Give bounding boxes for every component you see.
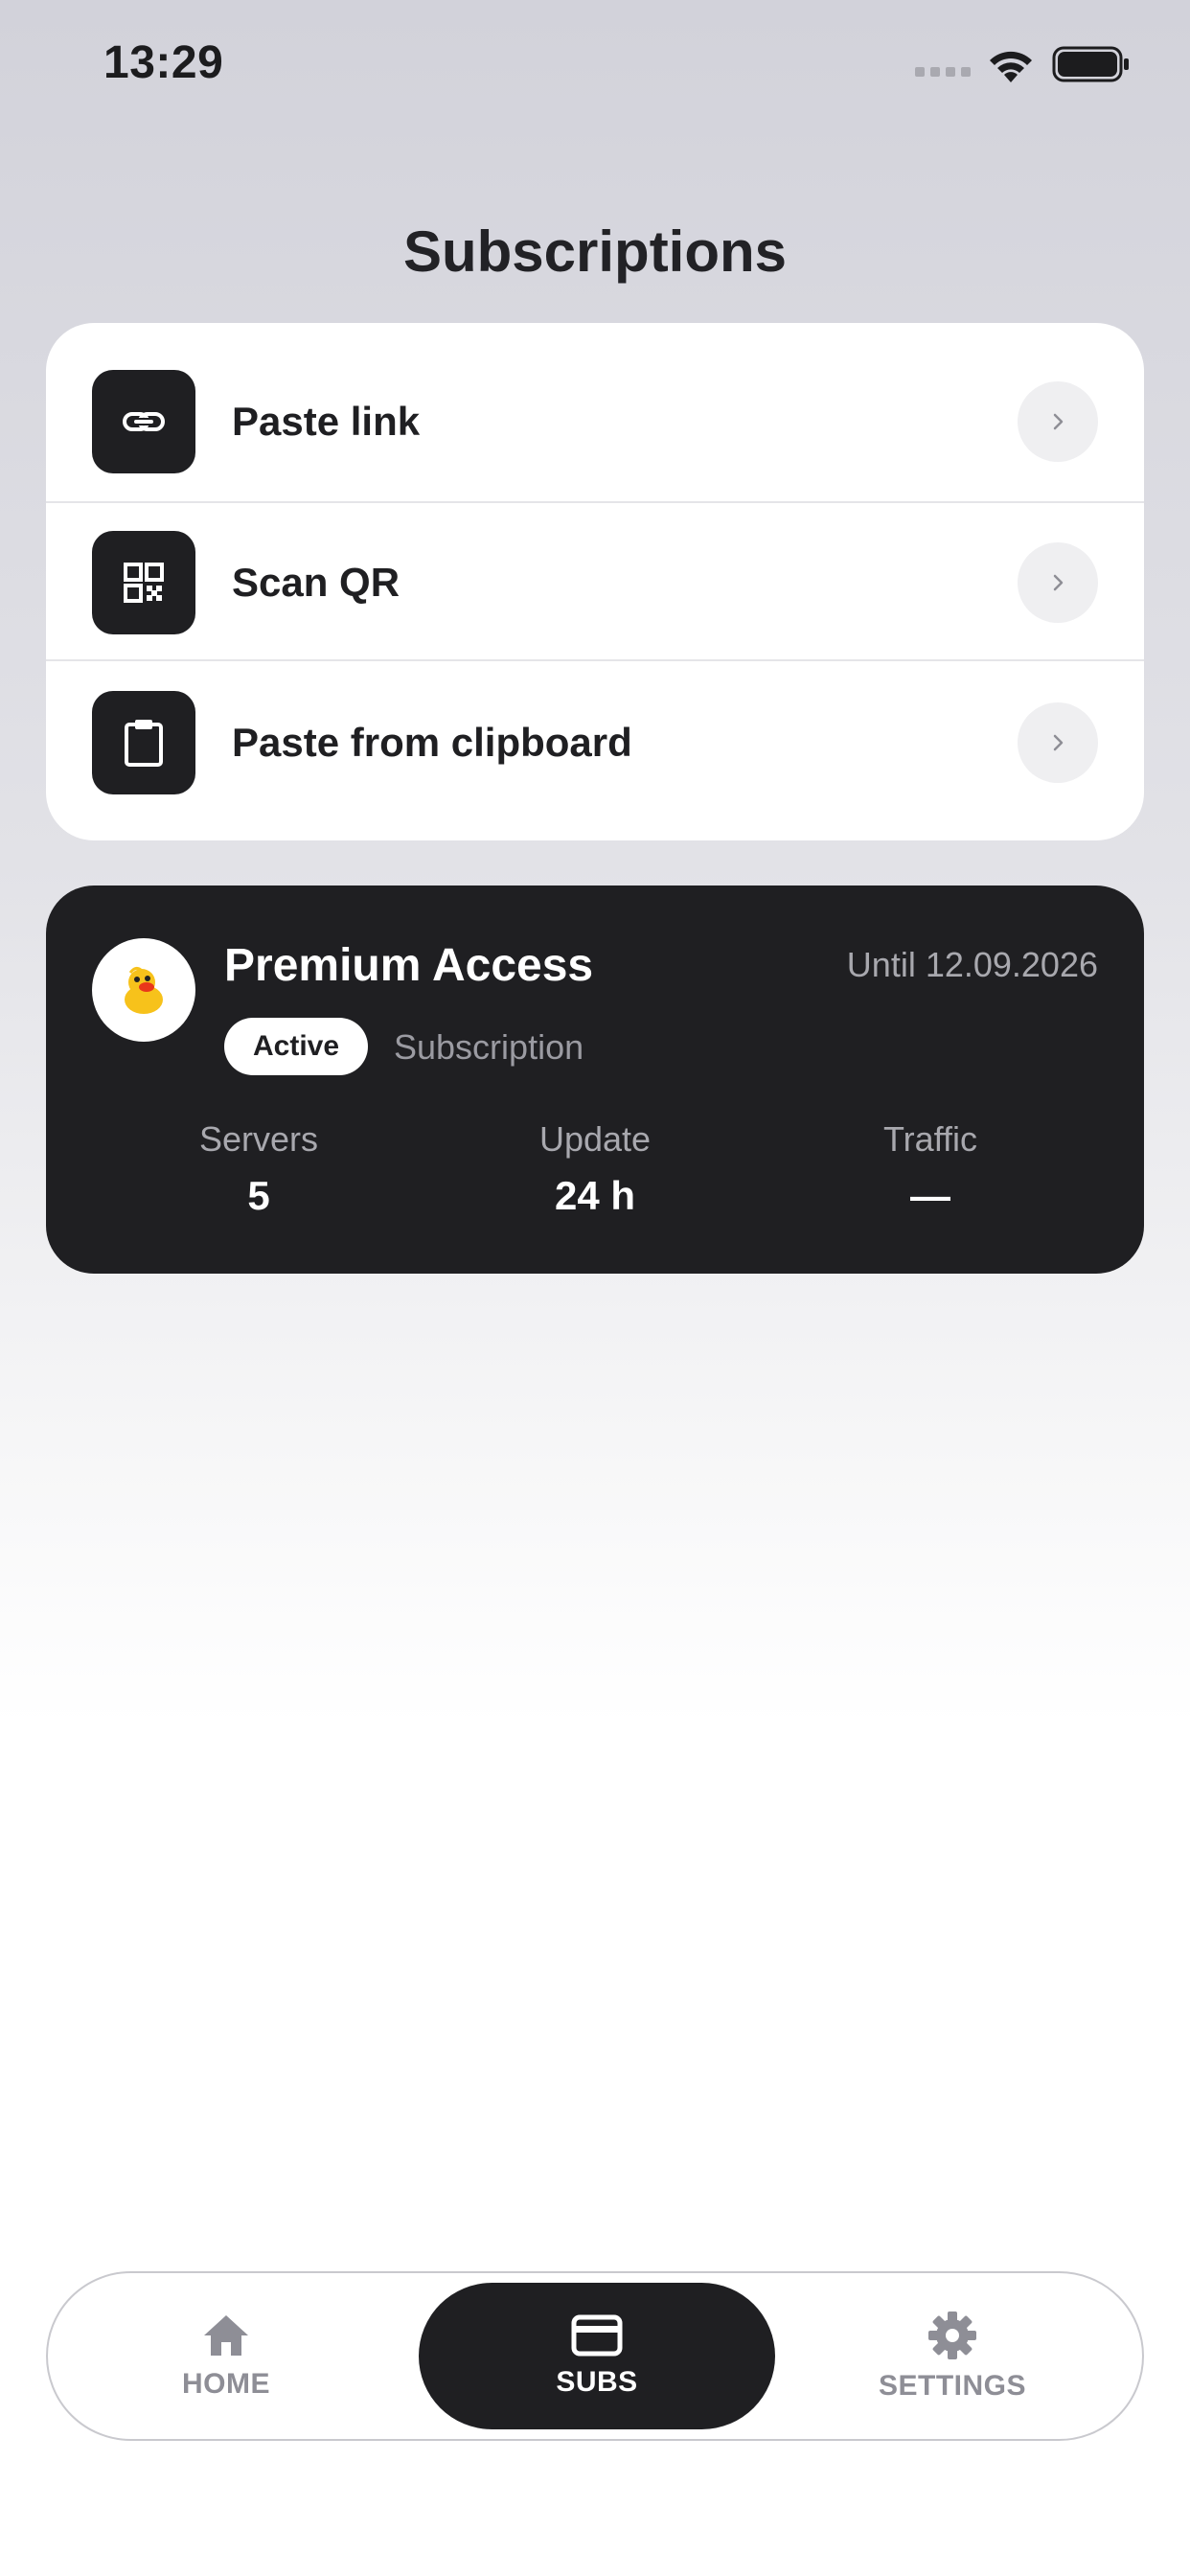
tab-settings-label: SETTINGS xyxy=(878,2369,1026,2402)
paste-link-row[interactable]: Paste link xyxy=(46,323,1144,503)
tab-home[interactable]: HOME xyxy=(48,2283,404,2429)
stat-label: Update xyxy=(538,1119,652,1159)
status-badge: Active xyxy=(224,1018,369,1075)
gear-icon xyxy=(928,2311,976,2359)
chevron-right-icon xyxy=(1018,702,1098,783)
stat-value: — xyxy=(910,1173,950,1218)
chevron-right-icon xyxy=(1018,541,1098,623)
link-icon xyxy=(92,370,195,473)
scan-qr-row[interactable]: Scan QR xyxy=(46,503,1144,661)
duck-icon xyxy=(92,938,195,1042)
status-time: 13:29 xyxy=(103,37,224,88)
paste-clipboard-label: Paste from clipboard xyxy=(232,719,632,765)
wifi-icon xyxy=(990,51,1032,82)
stat-value: 5 xyxy=(247,1173,270,1218)
home-icon xyxy=(204,2314,248,2356)
battery-icon xyxy=(1052,46,1129,82)
stat-servers: Servers 5 xyxy=(115,1119,402,1219)
page-title: Subscriptions xyxy=(402,219,788,284)
tab-subs-label: SUBS xyxy=(556,2365,638,2398)
chevron-right-icon xyxy=(1018,381,1098,462)
tab-bar: HOME SUBS SETTINGS xyxy=(46,2271,1144,2441)
subscription-type: Subscription xyxy=(394,1027,584,1067)
subscription-name: Premium Access xyxy=(224,940,594,991)
tab-home-label: HOME xyxy=(182,2367,270,2400)
cellular-signal-icon xyxy=(915,67,971,77)
stat-update: Update 24 h xyxy=(451,1119,739,1219)
paste-link-label: Paste link xyxy=(232,399,421,444)
scan-qr-label: Scan QR xyxy=(232,559,400,605)
paste-clipboard-row[interactable]: Paste from clipboard xyxy=(46,661,1144,840)
subscription-card[interactable]: Premium Access Until 12.09.2026 Active S… xyxy=(46,886,1144,1274)
stat-label: Servers xyxy=(198,1119,319,1159)
qr-code-icon xyxy=(92,530,195,634)
stat-traffic: Traffic — xyxy=(787,1119,1074,1219)
add-subscription-card: Paste link Scan QR Paste from clipboard xyxy=(46,323,1144,840)
stat-label: Traffic xyxy=(882,1119,977,1159)
tab-settings[interactable]: SETTINGS xyxy=(774,2283,1131,2429)
tab-subs[interactable]: SUBS xyxy=(419,2283,775,2429)
subscription-expiry: Until 12.09.2026 xyxy=(846,945,1098,984)
status-bar: 13:29 xyxy=(0,0,1190,134)
stat-value: 24 h xyxy=(554,1173,636,1218)
card-icon xyxy=(571,2314,623,2356)
clipboard-icon xyxy=(92,690,195,794)
